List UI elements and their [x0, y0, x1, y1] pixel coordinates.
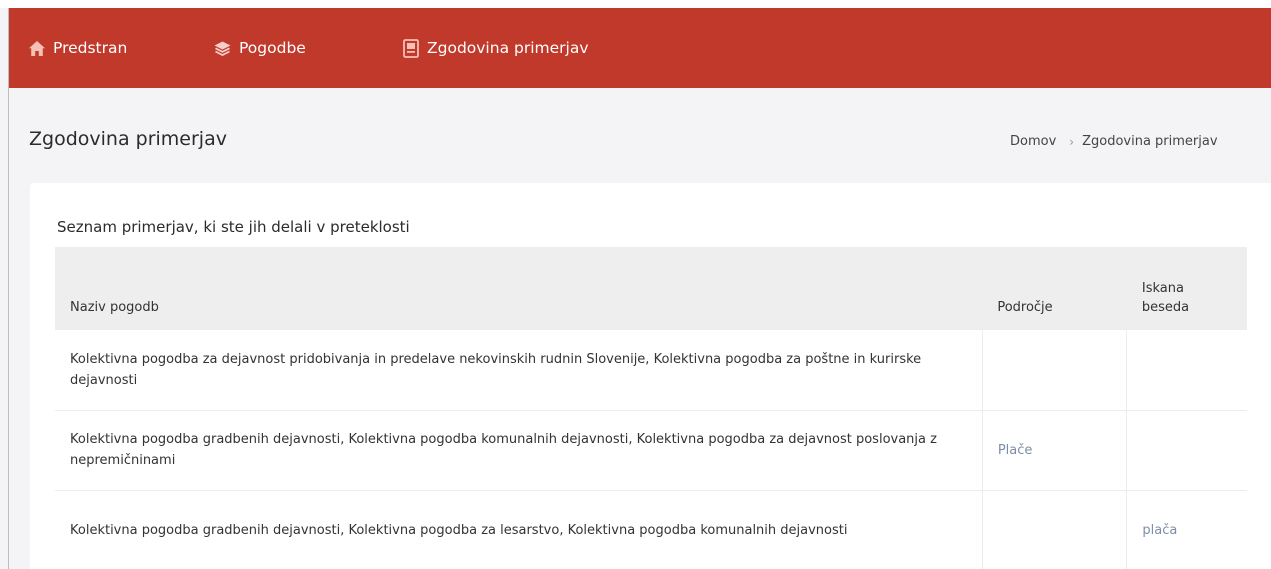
table-row[interactable]: Kolektivna pogodba za dejavnost pridobiv… [55, 330, 1247, 411]
card-title: Seznam primerjav, ki ste jih delali v pr… [57, 218, 410, 236]
header-name[interactable]: Naziv pogodb [55, 247, 983, 330]
layers-icon [214, 41, 231, 56]
cell-name: Kolektivna pogodba gradbenih dejavnosti,… [55, 490, 983, 569]
table-header-row: Naziv pogodb Področje Iskana beseda [55, 247, 1247, 330]
nav-history-link[interactable]: Zgodovina primerjav [403, 8, 589, 88]
nav-history-label: Zgodovina primerjav [427, 39, 589, 57]
header-word-line1: Iskana [1141, 281, 1184, 296]
top-navbar: Predstran Pogodbe Zgodovina primerjav [9, 8, 1271, 88]
history-table: Naziv pogodb Področje Iskana beseda Kole… [55, 247, 1247, 569]
header-word[interactable]: Iskana beseda [1126, 247, 1247, 330]
chevron-right-icon: › [1069, 134, 1075, 149]
cell-area[interactable]: Plače [981, 410, 1127, 491]
cell-word [1126, 330, 1247, 411]
nav-home-link[interactable]: Predstran [29, 8, 127, 88]
table-row[interactable]: Kolektivna pogodba gradbenih dejavnosti,… [55, 410, 1247, 491]
breadcrumb: Domov › Zgodovina primerjav [1010, 134, 1218, 149]
page-title: Zgodovina primerjav [29, 128, 227, 150]
nav-contracts-label: Pogodbe [239, 39, 306, 57]
history-card: Seznam primerjav, ki ste jih delali v pr… [30, 183, 1271, 569]
table-row[interactable]: Kolektivna pogodba gradbenih dejavnosti,… [55, 490, 1247, 569]
document-icon [403, 38, 419, 58]
cell-area [981, 330, 1127, 411]
breadcrumb-home-link[interactable]: Domov [1010, 134, 1056, 149]
left-border [8, 8, 9, 569]
nav-home-label: Predstran [53, 39, 128, 57]
cell-area [981, 490, 1127, 569]
header-area[interactable]: Področje [982, 247, 1127, 330]
breadcrumb-current: Zgodovina primerjav [1082, 134, 1218, 149]
cell-name: Kolektivna pogodba za dejavnost pridobiv… [55, 330, 983, 411]
header-word-line2: beseda [1141, 300, 1190, 315]
cell-word[interactable]: plača [1126, 490, 1247, 569]
top-strip [0, 0, 1271, 8]
nav-contracts-link[interactable]: Pogodbe [214, 8, 306, 88]
app-frame: Predstran Pogodbe Zgodovina primerjav Zg… [0, 0, 1271, 569]
home-icon [29, 40, 45, 56]
cell-name: Kolektivna pogodba gradbenih dejavnosti,… [55, 410, 983, 491]
cell-word [1126, 410, 1247, 491]
